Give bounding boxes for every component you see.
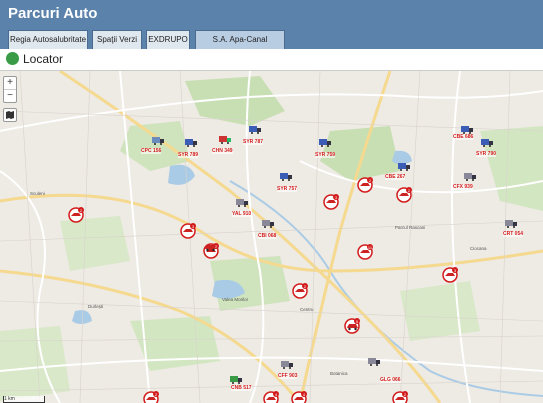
map-layers-icon (6, 111, 14, 119)
cluster-marker[interactable]: 2 (292, 283, 308, 299)
zoom-out-button[interactable]: − (4, 89, 16, 102)
truck-icon[interactable] (185, 138, 197, 147)
truck-icon[interactable] (249, 125, 261, 134)
tab-bar: Regia Autosalubritate Spaţii Verzi EXDRU… (0, 28, 543, 62)
cluster-marker[interactable]: 2 (392, 391, 408, 403)
locator-bar: Locator (0, 49, 543, 71)
truck-icon[interactable] (281, 360, 293, 369)
park-area (400, 281, 480, 341)
place-label: Durlești (88, 304, 104, 309)
tab-exdrupo[interactable]: EXDRUPO (146, 30, 190, 49)
vehicle-label[interactable]: SYR 790 (476, 151, 497, 157)
zoom-control: + − (3, 76, 17, 103)
app-title: Parcuri Auto (8, 5, 98, 22)
cluster-marker[interactable]: 3 (323, 194, 339, 210)
truck-icon[interactable] (481, 138, 493, 147)
park-area (120, 121, 190, 171)
cluster-marker[interactable]: 2 (396, 187, 412, 203)
vehicle-label[interactable]: CPC 156 (141, 148, 162, 154)
map[interactable]: Durlești Sculeni Parcul Rascani Valea Mo… (0, 71, 543, 403)
locator-title: Locator (23, 52, 64, 66)
app-header: Parcuri Auto (0, 0, 543, 28)
zoom-in-button[interactable]: + (4, 77, 16, 89)
place-label: Sculeni (30, 191, 45, 196)
cluster-marker[interactable]: 4 (263, 391, 279, 403)
vehicle-label[interactable]: CBE 686 (453, 134, 474, 140)
vehicle-label[interactable]: CRT 054 (503, 231, 524, 237)
vehicle-label[interactable]: GLG 066 (380, 377, 401, 383)
bus-icon (6, 52, 19, 65)
vehicle-label[interactable]: CBE 267 (385, 174, 406, 180)
truck-icon[interactable] (398, 162, 410, 171)
cluster-marker[interactable]: 3 (180, 223, 196, 239)
vehicle-label[interactable]: SYR 759 (315, 152, 336, 158)
vehicle-label[interactable]: SYR 757 (277, 186, 298, 192)
cluster-marker[interactable]: 3 (442, 267, 458, 283)
scale-bar: 1 km (3, 396, 45, 403)
truck-icon[interactable] (319, 138, 331, 147)
vehicle-label[interactable]: CFF 903 (278, 373, 298, 379)
vehicle-label[interactable]: YAL 910 (232, 211, 252, 217)
place-label: Centru (300, 307, 314, 312)
cluster-marker[interactable]: 2 (357, 177, 373, 193)
cluster-marker[interactable]: 11 (357, 244, 373, 260)
tab-regia-autosalubritate[interactable]: Regia Autosalubritate (8, 30, 88, 49)
place-label: Ciocana (470, 246, 487, 251)
truck-icon[interactable] (368, 357, 380, 366)
vehicle-label[interactable]: CHN 349 (212, 148, 233, 154)
park-area (60, 216, 130, 271)
vehicle-label[interactable]: CNB 517 (231, 385, 252, 391)
cluster-marker[interactable]: 4 (291, 391, 307, 403)
truck-icon[interactable] (219, 135, 231, 144)
layers-button[interactable] (3, 108, 17, 122)
vehicle-label[interactable]: SYR 789 (178, 152, 199, 158)
truck-icon[interactable] (505, 219, 517, 228)
cluster-marker[interactable]: 2 (143, 391, 159, 403)
truck-icon[interactable] (461, 125, 473, 134)
scale-label: 1 km (4, 396, 15, 402)
vehicle-label[interactable]: CFX 939 (453, 184, 473, 190)
place-label: Parcul Rascani (395, 225, 426, 230)
vehicle-label[interactable]: CBI 068 (258, 233, 277, 239)
place-label: Botanica (330, 371, 348, 376)
tab-spatii-verzi[interactable]: Spaţii Verzi (92, 30, 142, 49)
truck-icon[interactable] (262, 219, 274, 228)
lake (72, 310, 92, 324)
truck-icon[interactable] (230, 375, 242, 384)
car-icon[interactable] (204, 243, 217, 252)
truck-icon[interactable] (280, 172, 292, 181)
truck-icon[interactable] (152, 136, 164, 145)
truck-icon[interactable] (464, 172, 476, 181)
truck-icon[interactable] (236, 198, 248, 207)
tab-apa-canal[interactable]: S.A. Apa-Canal Chisinau (195, 30, 285, 62)
lake (168, 164, 195, 185)
cluster-marker[interactable]: 2 (68, 207, 84, 223)
vehicle-label[interactable]: SYR 787 (243, 139, 264, 145)
car-icon[interactable] (346, 322, 359, 331)
place-label: Valea Morilor (222, 297, 249, 302)
